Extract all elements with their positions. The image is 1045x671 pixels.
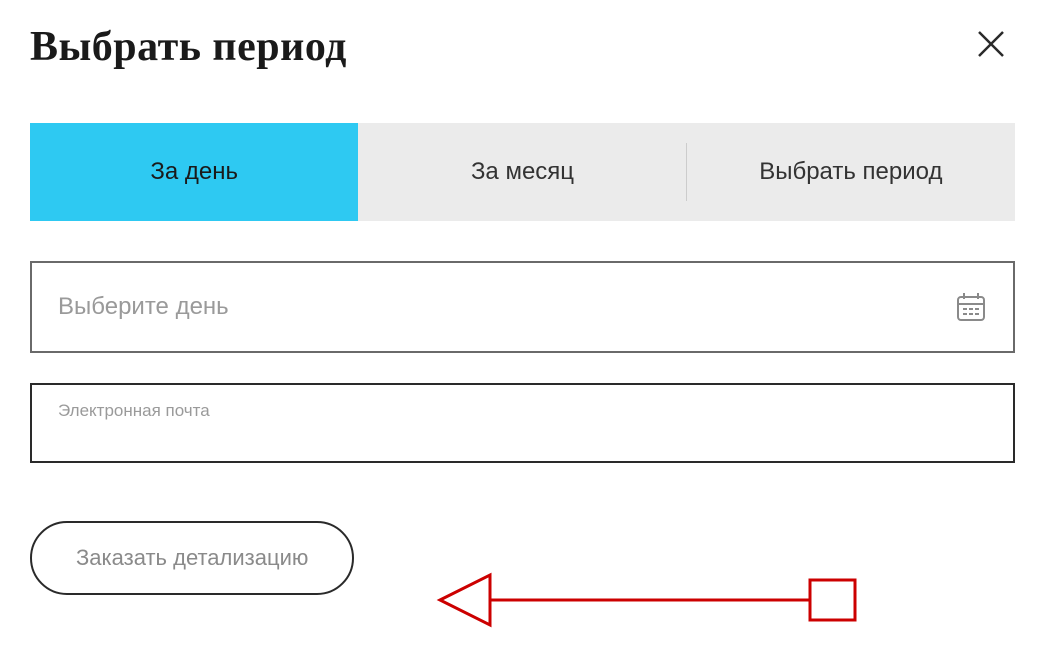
- close-button[interactable]: [967, 20, 1015, 73]
- date-placeholder: Выберите день: [58, 293, 229, 321]
- dialog-title: Выбрать период: [30, 23, 347, 71]
- tab-period[interactable]: Выбрать период: [687, 123, 1015, 221]
- calendar-icon: [955, 291, 987, 323]
- period-tabs: За день За месяц Выбрать период: [30, 123, 1015, 221]
- tab-month-label: За месяц: [471, 158, 574, 185]
- submit-button-label: Заказать детализацию: [76, 545, 308, 570]
- order-details-button[interactable]: Заказать детализацию: [30, 521, 354, 595]
- date-picker-input[interactable]: Выберите день: [30, 261, 1015, 353]
- tab-month[interactable]: За месяц: [358, 123, 686, 221]
- tab-period-label: Выбрать период: [759, 158, 942, 185]
- email-label: Электронная почта: [58, 401, 210, 420]
- date-input-group: Выберите день: [30, 261, 1015, 353]
- tab-day-label: За день: [150, 158, 238, 185]
- tab-day[interactable]: За день: [30, 123, 358, 221]
- close-icon: [975, 28, 1007, 60]
- email-input-group: Электронная почта: [30, 383, 1015, 463]
- arrow-annotation: [430, 560, 870, 640]
- email-field[interactable]: Электронная почта: [30, 383, 1015, 463]
- dialog-header: Выбрать период: [30, 20, 1015, 73]
